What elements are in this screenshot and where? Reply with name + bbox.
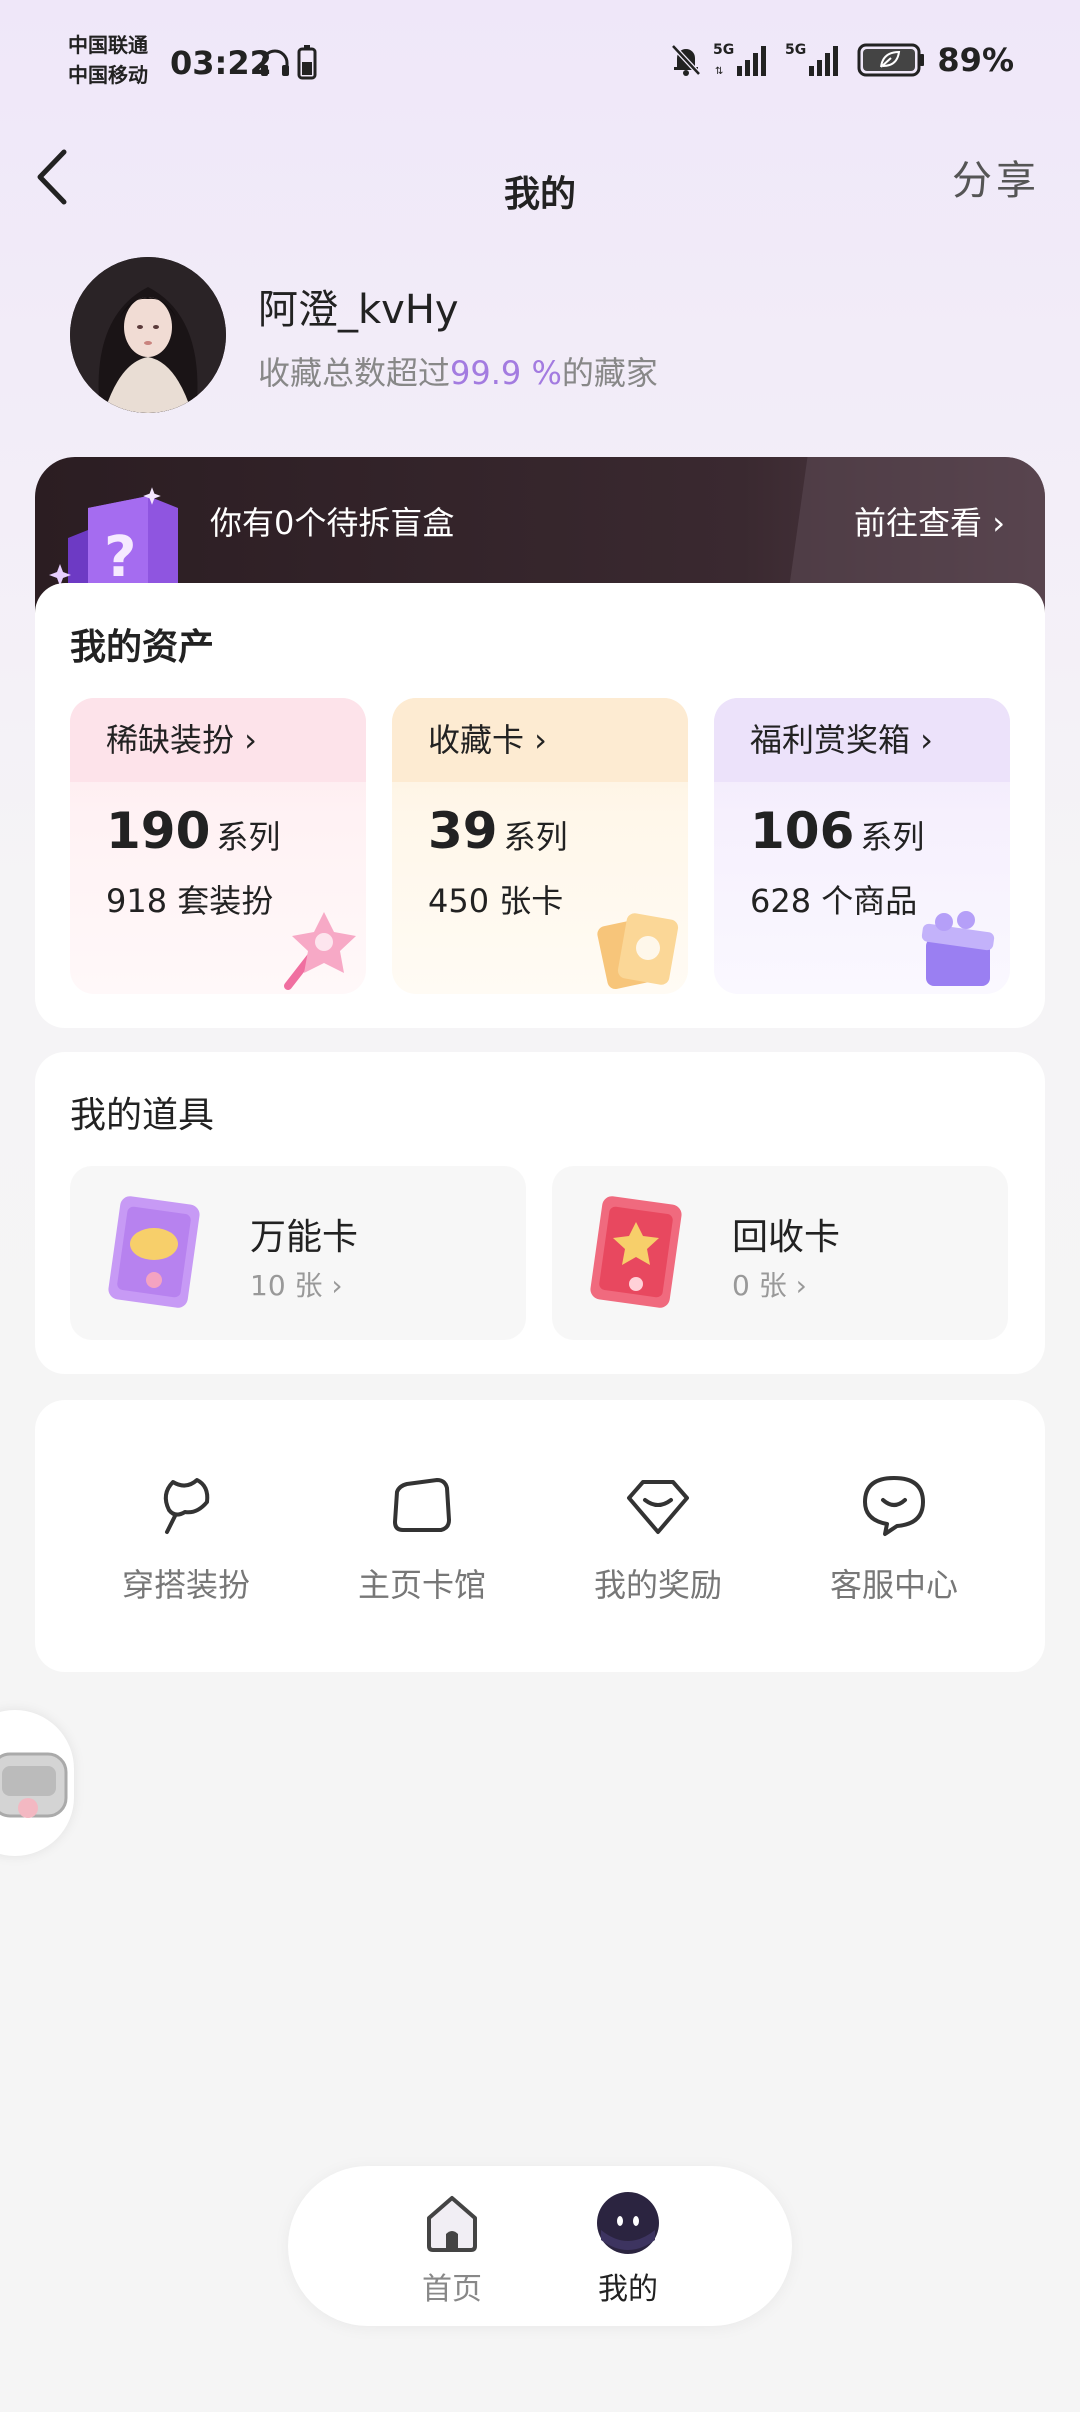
prop-name: 万能卡 (250, 1217, 359, 1258)
status-bar: 中国联通 中国移动 03:22 5G ⇅ 5G 89% (0, 0, 1080, 130)
svg-text:⇅: ⇅ (715, 66, 723, 77)
svg-text:?: ? (104, 525, 136, 590)
menu-item-rewards[interactable]: 我的奖励 (558, 1470, 758, 1606)
page-title: 我的 (503, 174, 576, 215)
blind-box-text: 你有0个待拆盲盒 (210, 504, 455, 542)
asset-tile-label: 稀缺装扮 › (70, 698, 366, 782)
series-unit: 系列 (503, 818, 568, 856)
menu-item-card-hall[interactable]: 主页卡馆 (322, 1470, 522, 1606)
series-number: 39 (428, 802, 498, 860)
series-unit: 系列 (860, 818, 925, 856)
menu-label: 主页卡馆 (357, 1566, 486, 1604)
asset-tile-label: 福利赏奖箱 › (714, 698, 1010, 782)
collector-rank: 收藏总数超过99.9 %的藏家 (258, 348, 658, 394)
collector-percent: 99.9 % (450, 354, 562, 392)
prop-name: 回收卡 (732, 1217, 841, 1258)
asset-tile-label: 收藏卡 › (392, 698, 688, 782)
series-number: 190 (106, 802, 211, 860)
collector-prefix: 收藏总数超过 (258, 354, 451, 392)
mute-bell-icon (671, 44, 702, 76)
share-button[interactable]: 分享 (952, 148, 1040, 206)
menu-label: 我的奖励 (593, 1566, 722, 1604)
collector-suffix: 的藏家 (561, 354, 658, 392)
asset-series-count: 39 系列 (428, 802, 568, 860)
avatar-image (70, 257, 226, 413)
asset-series-count: 106 系列 (750, 802, 924, 860)
carrier-1: 中国联通 (68, 33, 148, 57)
asset-tile-rare-outfits[interactable]: 稀缺装扮 › 190 系列 918 套装扮 (70, 698, 366, 994)
battery-small-icon (297, 45, 317, 80)
headphone-icon (261, 49, 289, 76)
menu-label: 客服中心 (829, 1566, 958, 1604)
carrier-2: 中国移动 (68, 63, 148, 87)
nav-label: 首页 (422, 2272, 482, 2307)
floating-toy-icon (0, 1752, 68, 1818)
signal-5g-icon: 5G ⇅ (713, 42, 767, 77)
prop-count: 0 张 › (732, 1269, 807, 1302)
recycle-card-icon (590, 1196, 682, 1308)
series-number: 106 (750, 802, 855, 860)
cards-icon (597, 913, 679, 990)
view-blind-box-link[interactable]: 前往查看 › (854, 498, 1005, 544)
series-unit: 系列 (216, 818, 281, 856)
status-time: 03:22 (170, 44, 272, 82)
svg-text:5G: 5G (785, 42, 806, 58)
asset-series-count: 190 系列 (106, 802, 280, 860)
menu-item-outfit[interactable]: 穿搭装扮 (86, 1470, 286, 1606)
asset-sub-count: 628 个商品 (750, 882, 918, 920)
asset-tile-reward-boxes[interactable]: 福利赏奖箱 › 106 系列 628 个商品 (714, 698, 1010, 994)
props-title: 我的道具 (70, 1095, 215, 1136)
battery-icon (857, 43, 925, 77)
outfit-icon (163, 1478, 210, 1534)
customer-service-icon (863, 1476, 925, 1536)
card-hall-icon (393, 1478, 451, 1532)
prop-count: 10 张 › (250, 1269, 343, 1302)
asset-sub-count: 918 套装扮 (106, 882, 274, 920)
reward-icon (627, 1480, 689, 1534)
universal-card-icon (108, 1196, 200, 1308)
svg-text:5G: 5G (713, 42, 734, 58)
prop-universal-card[interactable]: 万能卡 10 张 › (70, 1166, 526, 1340)
gift-box-icon (921, 911, 995, 986)
menu-label: 穿搭装扮 (121, 1566, 250, 1604)
avatar[interactable] (70, 257, 226, 413)
asset-sub-count: 450 张卡 (428, 882, 564, 920)
profile-face-icon (597, 2192, 659, 2254)
floating-widget[interactable] (0, 1710, 74, 1856)
home-icon (427, 2196, 477, 2252)
status-right: 5G ⇅ 5G 89% (669, 40, 1014, 80)
carrier-names: 中国联通 中国移动 (68, 30, 148, 90)
bottom-nav (288, 2166, 792, 2326)
menu-item-customer-service[interactable]: 客服中心 (794, 1470, 994, 1606)
assets-title: 我的资产 (70, 627, 215, 668)
signal-5g-icon-2: 5G (785, 42, 839, 76)
battery-percent: 89% (937, 41, 1014, 79)
asset-tile-collection-cards[interactable]: 收藏卡 › 39 系列 450 张卡 (392, 698, 688, 994)
star-wand-icon (284, 912, 356, 990)
nav-mine[interactable]: 我的 (568, 2190, 688, 2308)
prop-recycle-card[interactable]: 回收卡 0 张 › (552, 1166, 1008, 1340)
username: 阿澄_kvHy (258, 287, 459, 333)
nav-home[interactable]: 首页 (392, 2190, 512, 2308)
nav-label: 我的 (598, 2272, 658, 2307)
